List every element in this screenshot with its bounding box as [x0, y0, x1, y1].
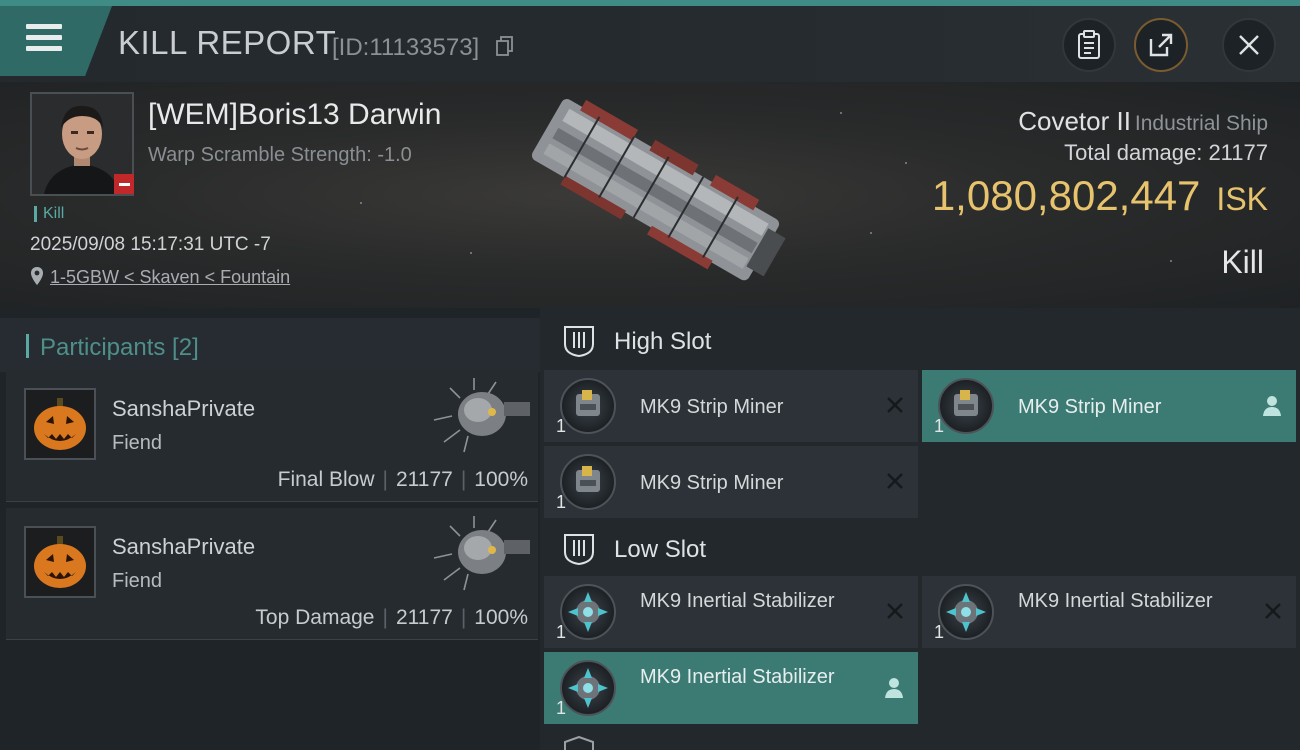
isk-value: 1,080,802,447 ISK: [932, 172, 1268, 220]
strip-miner-icon: [938, 378, 994, 434]
low-slot-header: Low Slot: [544, 518, 1300, 578]
minus-badge: [114, 174, 134, 194]
inertial-stabilizer-icon: [938, 584, 994, 640]
outcome-label: Kill: [1221, 244, 1264, 280]
participants-header: Participants [2]: [0, 318, 540, 372]
kill-location-link[interactable]: 1-5GBW < Skaven < Fountain: [30, 266, 290, 288]
report-id: [ID:11133573]: [332, 34, 480, 61]
participant-ship-icon: [433, 516, 530, 591]
participant-role: Final Blow: [277, 468, 375, 491]
pumpkin-icon: [26, 390, 94, 458]
header-accent-bar: [26, 334, 29, 358]
close-button[interactable]: [1222, 18, 1276, 72]
participant-damage: 21177: [395, 606, 453, 629]
share-icon: [1149, 33, 1173, 57]
dropped-person-icon: [1263, 396, 1281, 416]
module-name: MK9 Strip Miner: [1018, 396, 1162, 418]
participant-damage: 21177: [395, 468, 453, 491]
destroyed-icon: [887, 603, 903, 619]
module-qty: 1: [934, 622, 945, 642]
total-damage: Total damage: 21177: [1064, 140, 1268, 165]
close-icon: [1239, 35, 1259, 55]
module-qty: 1: [556, 416, 567, 436]
menu-button[interactable]: [0, 6, 112, 76]
location-pin-icon: [31, 267, 43, 285]
participant-name: SanshaPrivate: [112, 396, 256, 421]
module-name: MK9 Strip Miner: [640, 472, 784, 494]
high-slot-icon: [564, 326, 594, 358]
module-item[interactable]: 1 MK9 Strip Miner: [544, 446, 918, 518]
module-qty: 1: [556, 622, 567, 642]
module-qty: 1: [556, 492, 567, 512]
destroyed-icon: [1265, 603, 1281, 619]
module-name: MK9 Inertial Stabilizer: [1018, 590, 1213, 612]
participant-name: SanshaPrivate: [112, 534, 256, 559]
isk-amount: 1,080,802,447: [931, 172, 1201, 219]
location-text: 1-5GBW < Skaven < Fountain: [50, 267, 291, 287]
kill-tag: Kill: [34, 206, 64, 222]
high-slot-label: High Slot: [614, 328, 712, 355]
module-item[interactable]: 1 MK9 Inertial Stabilizer: [544, 652, 918, 724]
module-item[interactable]: 1 MK9 Strip Miner: [922, 370, 1296, 442]
participant-role: Top Damage: [255, 606, 375, 629]
destroyed-icon: [887, 397, 903, 413]
participant-percent: 100%: [474, 606, 528, 629]
ship-type: Industrial Ship: [1134, 112, 1268, 135]
participant-avatar: [24, 526, 96, 598]
participant-percent: 100%: [474, 468, 528, 491]
participants-panel: Participants [2] SanshaPrivate Fiend Fin…: [0, 308, 540, 750]
module-item[interactable]: 1 MK9 Inertial Stabilizer: [922, 576, 1296, 648]
ship-name[interactable]: Covetor II Industrial Ship: [1018, 106, 1268, 137]
low-slot-label: Low Slot: [614, 536, 707, 563]
module-item[interactable]: 1 MK9 Inertial Stabilizer: [544, 576, 918, 648]
participants-label: Participants [2]: [40, 334, 199, 361]
module-name: MK9 Inertial Stabilizer: [640, 666, 835, 688]
ship-name-text: Covetor II: [1018, 106, 1131, 136]
participant-row[interactable]: SanshaPrivate Fiend Final Blow | 21177 | 100…: [6, 370, 538, 502]
share-button[interactable]: [1134, 18, 1188, 72]
module-name: MK9 Strip Miner: [640, 396, 784, 418]
kill-summary: [WEM]Boris13 Darwin Warp Scramble Streng…: [0, 82, 1300, 308]
fitting-panel: High Slot 1 MK9 Strip Miner 1 MK9 Strip …: [540, 308, 1300, 750]
dropped-person-icon: [885, 678, 903, 698]
module-qty: 1: [934, 416, 945, 436]
page-title: KILL REPORT: [118, 24, 337, 61]
warp-scramble-strength: Warp Scramble Strength: -1.0: [148, 144, 412, 166]
participant-corp: Fiend: [112, 570, 163, 592]
participant-avatar: [24, 388, 96, 460]
header-bar: KILL REPORT [ID:11133573]: [0, 6, 1300, 82]
inertial-stabilizer-icon: [560, 660, 616, 716]
next-slot-icon: [564, 736, 594, 750]
module-qty: 1: [556, 698, 567, 718]
ship-render: [531, 99, 786, 281]
participant-ship-icon: [433, 378, 530, 453]
low-slot-icon: [564, 534, 594, 566]
participant-row[interactable]: SanshaPrivate Fiend Top Damage | 21177 | 100…: [6, 508, 538, 640]
copy-icon[interactable]: [496, 36, 514, 56]
module-name: MK9 Inertial Stabilizer: [640, 590, 835, 612]
destroyed-icon: [887, 473, 903, 489]
inertial-stabilizer-icon: [560, 584, 616, 640]
victim-pilot-name[interactable]: [WEM]Boris13 Darwin: [148, 98, 441, 132]
clipboard-icon: [1078, 30, 1100, 59]
module-item[interactable]: 1 MK9 Strip Miner: [544, 370, 918, 442]
participant-stats: Top Damage | 21177 | 100%: [255, 606, 528, 629]
isk-currency: ISK: [1216, 181, 1268, 217]
kill-datetime: 2025/09/08 15:17:31 UTC -7: [30, 234, 271, 255]
pumpkin-icon: [26, 528, 94, 596]
strip-miner-icon: [560, 454, 616, 510]
menu-icon: [26, 24, 62, 52]
clipboard-button[interactable]: [1062, 18, 1116, 72]
participant-stats: Final Blow | 21177 | 100%: [277, 468, 528, 491]
strip-miner-icon: [560, 378, 616, 434]
high-slot-header: High Slot: [544, 310, 1300, 370]
participant-corp: Fiend: [112, 432, 163, 454]
